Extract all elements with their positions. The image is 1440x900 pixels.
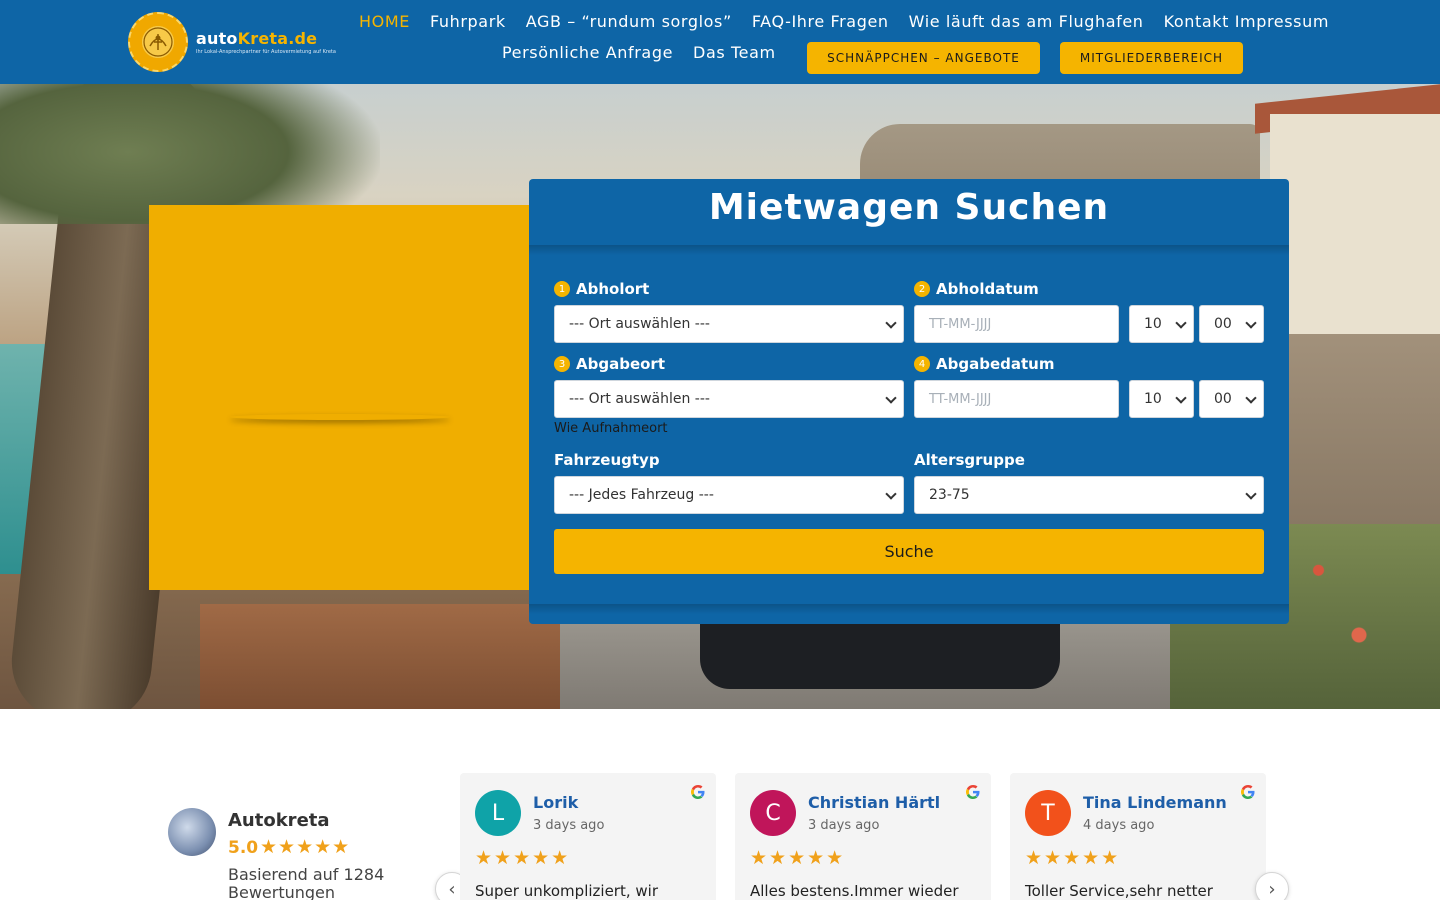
google-icon xyxy=(1241,785,1255,799)
main-nav-row-2: Persönliche Anfrage Das Team xyxy=(492,42,786,64)
review-date: 3 days ago xyxy=(533,818,605,833)
logo-name: autoKreta.de xyxy=(196,29,318,48)
hero-house-image xyxy=(1270,114,1440,354)
step-1-badge: 1 xyxy=(554,281,570,297)
nav-fuhrpark[interactable]: Fuhrpark xyxy=(420,11,516,33)
deals-button[interactable]: SCHNÄPPCHEN – ANGEBOTE xyxy=(807,42,1040,74)
chevron-down-icon xyxy=(1245,392,1257,404)
avatar: C xyxy=(750,790,796,836)
site-header: autoKreta.de Ihr Lokal-Ansprechpartner f… xyxy=(0,0,1440,84)
age-group-label: Altersgruppe xyxy=(914,451,1025,469)
reviews-score: 5.0 xyxy=(228,838,259,858)
car-search-form: Mietwagen Suchen 1 Abholort --- Ort ausw… xyxy=(529,179,1289,624)
review-date: 3 days ago xyxy=(808,818,880,833)
star-rating-icon: ★★★★★ xyxy=(475,847,571,869)
logo-seal-icon xyxy=(128,12,188,72)
members-area-button[interactable]: MITGLIEDERBEREICH xyxy=(1060,42,1243,74)
promo-panel xyxy=(149,205,529,590)
pickup-date-input[interactable]: TT-MM-JJJJ xyxy=(914,305,1119,343)
reviewer-name[interactable]: Lorik xyxy=(533,793,578,812)
hero-fence-image xyxy=(200,604,560,709)
reviews-business-name: Autokreta xyxy=(228,810,330,831)
nav-das-team[interactable]: Das Team xyxy=(683,42,786,64)
chevron-down-icon xyxy=(1245,317,1257,329)
search-title: Mietwagen Suchen xyxy=(708,187,1110,228)
divider xyxy=(529,245,1289,255)
review-card: L Lorik 3 days ago ★★★★★ Super unkompliz… xyxy=(460,773,716,900)
pickup-minute-select[interactable]: 00 xyxy=(1199,305,1264,343)
chevron-down-icon xyxy=(1175,317,1187,329)
dropoff-location-label: 3 Abgabeort xyxy=(554,355,665,373)
site-logo[interactable]: autoKreta.de Ihr Lokal-Ansprechpartner f… xyxy=(128,12,336,72)
star-rating-icon: ★★★★★ xyxy=(750,847,846,869)
dropoff-date-label: 4 Abgabedatum xyxy=(914,355,1054,373)
pickup-hour-select[interactable]: 10 xyxy=(1129,305,1194,343)
nav-persoenliche-anfrage[interactable]: Persönliche Anfrage xyxy=(492,42,683,64)
chevron-down-icon xyxy=(1175,392,1187,404)
star-rating-icon: ★★★★★ xyxy=(1025,847,1121,869)
reviewer-name[interactable]: Tina Lindemann xyxy=(1083,793,1227,812)
nav-faq[interactable]: FAQ-Ihre Fragen xyxy=(742,11,899,33)
reviews-count: Basierend auf 1284 Bewertungen xyxy=(228,865,385,900)
dropoff-minute-select[interactable]: 00 xyxy=(1199,380,1264,418)
chevron-down-icon xyxy=(885,488,897,500)
step-2-badge: 2 xyxy=(914,281,930,297)
google-icon xyxy=(966,785,980,799)
divider xyxy=(529,604,1289,614)
pickup-location-label: 1 Abholort xyxy=(554,280,649,298)
review-card: T Tina Lindemann 4 days ago ★★★★★ Toller… xyxy=(1010,773,1266,900)
star-rating-icon: ★★★★★ xyxy=(260,836,351,858)
promo-panel-shadow xyxy=(230,414,450,420)
dropoff-location-select[interactable]: --- Ort auswählen --- xyxy=(554,380,904,418)
chevron-down-icon xyxy=(885,317,897,329)
vehicle-type-label: Fahrzeugtyp xyxy=(554,451,660,469)
reviewer-name[interactable]: Christian Härtl xyxy=(808,793,940,812)
logo-tagline: Ihr Lokal-Ansprechpartner für Autovermie… xyxy=(196,49,336,55)
dropoff-date-input[interactable]: TT-MM-JJJJ xyxy=(914,380,1119,418)
main-nav-row-1: HOME Fuhrpark AGB – “rundum sorglos” FAQ… xyxy=(349,11,1339,33)
pickup-location-select[interactable]: --- Ort auswählen --- xyxy=(554,305,904,343)
review-text: Alles bestens.Immer wieder xyxy=(750,882,959,900)
avatar xyxy=(168,808,216,856)
nav-flughafen[interactable]: Wie läuft das am Flughafen xyxy=(899,11,1154,33)
dropoff-hour-select[interactable]: 10 xyxy=(1129,380,1194,418)
search-submit-button[interactable]: Suche xyxy=(554,529,1264,574)
review-text: Toller Service,sehr netter xyxy=(1025,882,1213,900)
same-as-pickup-link[interactable]: Wie Aufnahmeort xyxy=(554,421,668,436)
chevron-down-icon xyxy=(1245,488,1257,500)
google-icon xyxy=(691,785,705,799)
nav-agb[interactable]: AGB – “rundum sorglos” xyxy=(516,11,742,33)
vehicle-type-select[interactable]: --- Jedes Fahrzeug --- xyxy=(554,476,904,514)
chevron-down-icon xyxy=(885,392,897,404)
hero-leaves-image xyxy=(0,84,380,224)
avatar: L xyxy=(475,790,521,836)
avatar: T xyxy=(1025,790,1071,836)
carousel-next-button[interactable]: › xyxy=(1255,872,1289,900)
nav-kontakt-impressum[interactable]: Kontakt Impressum xyxy=(1154,11,1339,33)
age-group-select[interactable]: 23-75 xyxy=(914,476,1264,514)
pickup-date-label: 2 Abholdatum xyxy=(914,280,1039,298)
step-4-badge: 4 xyxy=(914,356,930,372)
review-card: C Christian Härtl 3 days ago ★★★★★ Alles… xyxy=(735,773,991,900)
step-3-badge: 3 xyxy=(554,356,570,372)
nav-home[interactable]: HOME xyxy=(349,11,420,33)
hero-section: Mietwagen Suchen 1 Abholort --- Ort ausw… xyxy=(0,84,1440,709)
review-text: Super unkompliziert, wir xyxy=(475,882,658,900)
review-date: 4 days ago xyxy=(1083,818,1155,833)
